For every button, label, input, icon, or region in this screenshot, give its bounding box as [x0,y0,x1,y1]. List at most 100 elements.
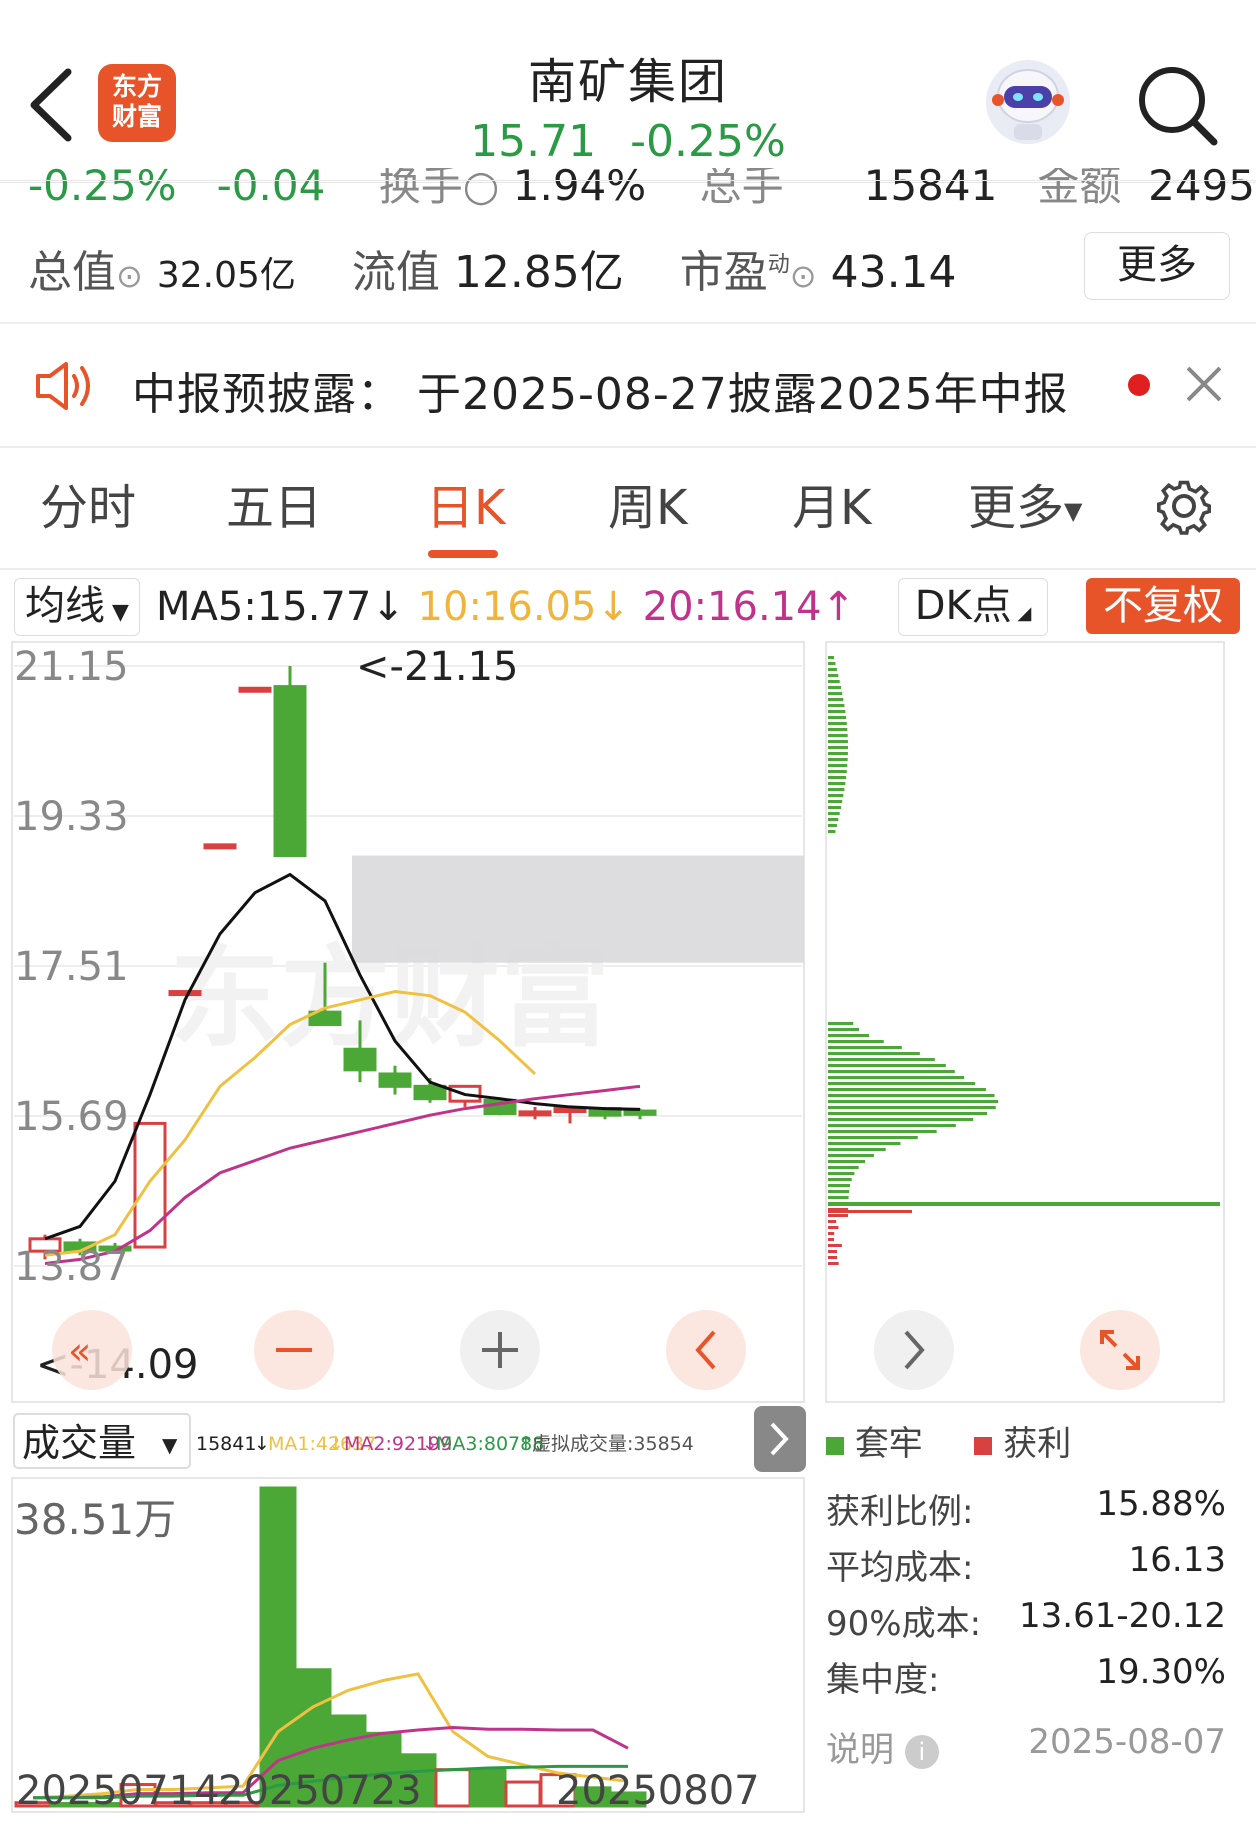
tab-more[interactable]: 更多▼ [968,458,1082,558]
ai-assistant-button[interactable] [982,56,1074,148]
chart-area[interactable]: 东方财富 21.1519.3317.5115.6913.87 <-21.15 <… [0,636,1256,1824]
turnover-label: 换手 [379,168,463,210]
chip-bar [828,818,838,821]
ma5-value: MA5:15.77 [156,584,371,630]
pe-label: 市盈 [680,247,768,298]
tab-week-k[interactable]: 周K [608,458,687,558]
chip-panel-frame [826,642,1224,1402]
chip-bar [828,1082,975,1085]
tab-day-k[interactable]: 日K [426,458,505,558]
gear-icon[interactable] [1154,476,1214,536]
chip-bar [828,1106,996,1109]
tab-timeshare[interactable]: 分时 [40,458,136,558]
chip-bar [828,1184,850,1187]
chip-bar [828,1214,848,1217]
info-icon[interactable]: ⊙ [116,257,143,295]
divider [0,446,1256,448]
search-button[interactable] [1134,60,1220,150]
chip-bar [828,1210,912,1213]
candle-body [415,1086,445,1098]
candle-body [345,1049,375,1070]
chip-bar [828,782,845,785]
chip-bar [828,830,835,833]
candle-body [275,687,305,856]
price-tick-label: 15.69 [14,1094,129,1140]
stat-label: 平均成本: [826,1548,973,1588]
chip-bar [828,1130,937,1133]
volume-bar [506,1782,540,1806]
total-value-label: 总值 [28,247,116,298]
expand-indicators-button[interactable] [754,1406,806,1472]
price-tick-label: 13.87 [14,1244,129,1290]
divider [0,322,1256,324]
chip-bar [828,1232,834,1235]
chart-tabs: 分时 五日 日K 周K 月K 更多▼ [0,458,1256,568]
volume-label: 总手 [700,168,784,210]
candle-body [205,845,235,848]
chip-bar [828,728,847,731]
ma-select[interactable]: 均线 ▼ [14,578,140,636]
dk-point-button[interactable]: DK点 ◢ [898,578,1048,636]
chip-bar [828,1118,973,1121]
candle-body [240,688,270,691]
chip-bar [828,1250,837,1253]
change-stat: -0.04 [217,168,326,210]
chip-stat-profit-ratio: 获利比例: 15.88% [826,1484,1226,1533]
date-label: 20250723 [218,1768,422,1814]
chip-bar [828,1148,886,1151]
chip-bar [828,716,846,719]
notice-text[interactable]: 中报预披露： 于2025-08-27披露2025年中报 [132,358,1069,422]
tab-five-day[interactable]: 五日 [226,458,322,558]
dk-label: DK点 [915,583,1012,629]
chip-date: 2025-08-07 [1028,1722,1226,1762]
caret-down-icon: ▼ [162,1433,178,1457]
close-icon[interactable] [1184,364,1224,404]
price-tick-label: 17.51 [14,944,129,990]
float-value: 12.85亿 [454,247,624,298]
volume-bar [436,1770,470,1806]
tab-month-k[interactable]: 月K [792,458,871,558]
amount-label: 金额 [1037,168,1121,210]
chip-bar [828,1058,935,1061]
stats-row-2: 总值⊙ 32.05亿 流值 12.85亿 市盈动⊙ 43.14 [28,236,957,300]
scroll-left-button[interactable] [666,1310,746,1390]
chip-bar [828,1262,839,1265]
stat-value: 15.88% [1096,1484,1226,1524]
more-stats-button[interactable]: 更多 [1084,232,1230,300]
chip-bar [828,740,848,743]
candle-body [380,1074,410,1086]
ma10-value: 10:16.05 [418,584,597,630]
fullscreen-button[interactable] [1080,1310,1160,1390]
scroll-left-fast-button[interactable]: « [52,1310,132,1390]
note-label[interactable]: 说明 [826,1730,894,1770]
adjust-button[interactable]: 不复权 [1086,578,1240,634]
info-icon[interactable]: ⊙ [790,257,817,295]
chip-bar [828,680,840,683]
active-tab-indicator [428,550,498,558]
pe-value: 43.14 [831,247,957,298]
info-icon[interactable]: i [905,1735,939,1769]
high-marker: <-21.15 [356,644,518,690]
vol-virtual: 虚拟成交量:35854 [532,1433,694,1455]
scroll-right-button[interactable] [874,1310,954,1390]
chip-bar [828,1172,854,1175]
chip-bar [828,776,846,779]
chip-bar [828,656,834,659]
chip-bar [828,764,847,767]
chip-bar [828,758,848,761]
zoom-out-button[interactable] [254,1310,334,1390]
chip-bar [828,1100,998,1103]
chip-bar [828,1220,836,1223]
gap-zone [352,856,804,963]
chip-bar [828,794,843,797]
vol-value: 15841 [196,1433,256,1455]
chip-bar [828,1022,853,1025]
chip-note-row[interactable]: 说明 i 2025-08-07 [826,1722,1226,1771]
chip-bar [828,710,845,713]
chip-distribution [828,656,1220,1265]
zoom-in-button[interactable] [460,1310,540,1390]
chip-bar [828,1238,834,1241]
chip-bar [828,698,843,701]
chip-bar [828,668,837,671]
chip-current-price-bar [828,1202,1220,1206]
